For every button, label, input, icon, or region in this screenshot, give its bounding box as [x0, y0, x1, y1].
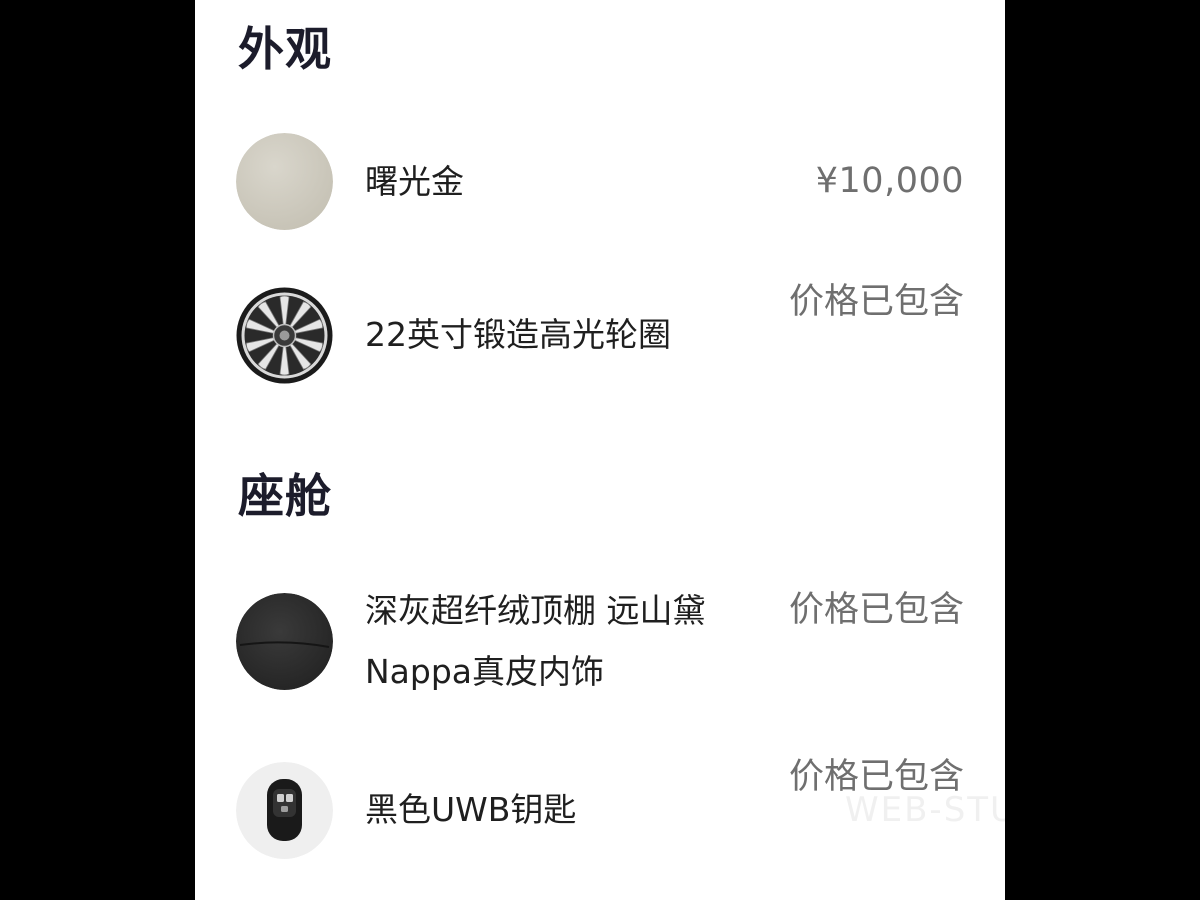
option-name-interior: 深灰超纤绒顶棚 远山黛Nappa真皮内饰 — [365, 591, 706, 691]
paint-swatch-icon — [236, 133, 333, 230]
option-row-interior[interactable]: 深灰超纤绒顶棚 远山黛Nappa真皮内饰 价格已包含 — [236, 578, 964, 703]
option-price-interior: 价格已包含 — [788, 590, 964, 630]
option-price-paint: ¥10,000 — [815, 161, 964, 201]
option-price-wheel: 价格已包含 — [788, 282, 964, 322]
option-name-key: 黑色UWB钥匙 — [365, 790, 577, 829]
option-name-wheel: 22英寸锻造高光轮圈 — [365, 315, 671, 354]
option-row-paint[interactable]: 曙光金 ¥10,000 — [236, 133, 964, 230]
car-key-icon — [236, 762, 333, 859]
configuration-summary-page: 外观 曙光金 ¥10,000 22英寸锻造高光轮圈 价格已包含 座舱 深灰超纤绒… — [195, 0, 1005, 900]
watermark: WEB-STUDIO — [845, 790, 1005, 830]
wheel-rim-icon — [236, 287, 333, 384]
section-title-exterior: 外观 — [238, 22, 332, 76]
option-name-paint: 曙光金 — [365, 162, 464, 201]
option-row-wheel[interactable]: 22英寸锻造高光轮圈 价格已包含 — [236, 270, 964, 395]
section-title-cabin: 座舱 — [238, 469, 332, 523]
interior-leather-icon — [236, 593, 333, 690]
